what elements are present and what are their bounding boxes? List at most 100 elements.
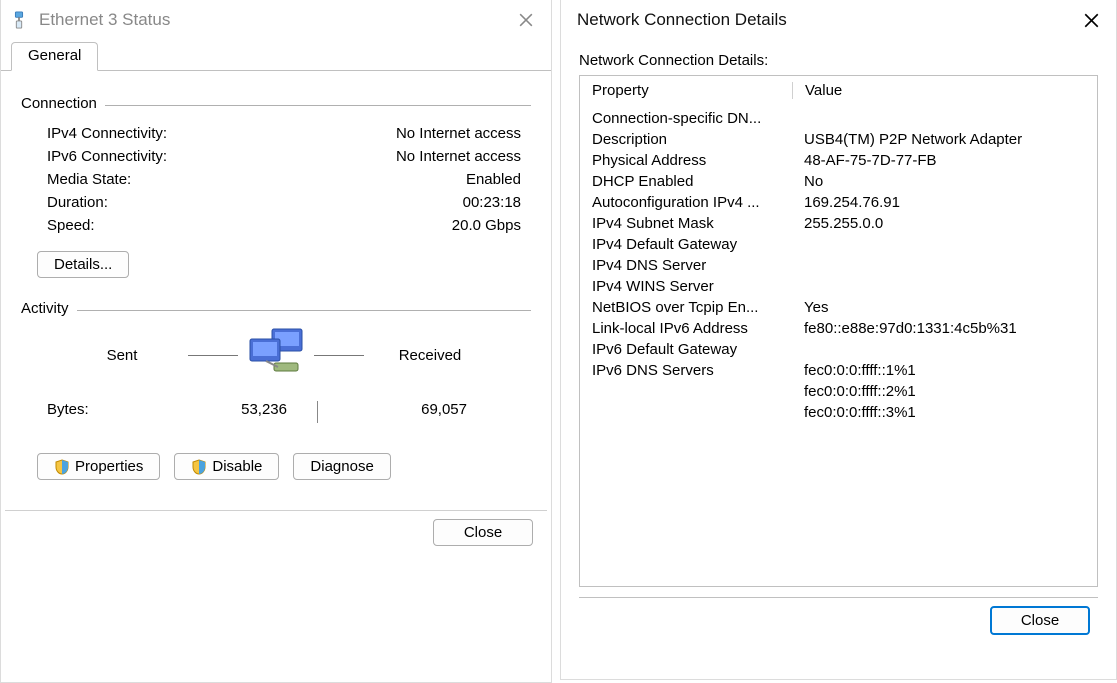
bytes-sent-value: 53,236	[167, 401, 287, 423]
computers-icon	[244, 327, 308, 383]
details-value: fec0:0:0:ffff::2%1	[792, 383, 1097, 400]
duration-row: Duration: 00:23:18	[21, 191, 531, 214]
media-state-label: Media State:	[47, 171, 247, 188]
details-value	[792, 341, 1097, 358]
disable-button-label: Disable	[212, 458, 262, 475]
connection-group: Connection IPv4 Connectivity: No Interne…	[21, 95, 531, 278]
details-value: 48-AF-75-7D-77-FB	[792, 152, 1097, 169]
received-label: Received	[370, 347, 490, 364]
details-button[interactable]: Details...	[37, 251, 129, 278]
properties-button-label: Properties	[75, 458, 143, 475]
details-row[interactable]: Autoconfiguration IPv4 ...169.254.76.91	[580, 192, 1097, 213]
details-button-label: Details...	[54, 256, 112, 273]
ipv4-connectivity-row: IPv4 Connectivity: No Internet access	[21, 122, 531, 145]
properties-button[interactable]: Properties	[37, 453, 160, 480]
details-value: USB4(TM) P2P Network Adapter	[792, 131, 1097, 148]
details-row[interactable]: Physical Address48-AF-75-7D-77-FB	[580, 150, 1097, 171]
details-property	[580, 404, 792, 421]
speed-row: Speed: 20.0 Gbps	[21, 214, 531, 237]
activity-diagram: Sent Received	[21, 327, 531, 383]
activity-dash-right	[314, 355, 364, 356]
shield-icon	[54, 459, 70, 475]
details-row[interactable]: NetBIOS over Tcpip En...Yes	[580, 297, 1097, 318]
details-row[interactable]: DHCP EnabledNo	[580, 171, 1097, 192]
activity-dash-left	[188, 355, 238, 356]
ipv4-connectivity-value: No Internet access	[247, 125, 531, 142]
details-value: fec0:0:0:ffff::1%1	[792, 362, 1097, 379]
details-row[interactable]: Link-local IPv6 Addressfe80::e88e:97d0:1…	[580, 318, 1097, 339]
diagnose-button[interactable]: Diagnose	[293, 453, 390, 480]
details-row[interactable]: Connection-specific DN...	[580, 108, 1097, 129]
details-row[interactable]: IPv6 Default Gateway	[580, 339, 1097, 360]
tab-general[interactable]: General	[11, 42, 98, 71]
details-property: IPv4 WINS Server	[580, 278, 792, 295]
tab-general-label: General	[28, 47, 81, 64]
details-property: Connection-specific DN...	[580, 110, 792, 127]
details-row[interactable]: fec0:0:0:ffff::3%1	[580, 402, 1097, 423]
details-close-button[interactable]: Close	[990, 606, 1090, 635]
details-value: fec0:0:0:ffff::3%1	[792, 404, 1097, 421]
speed-label: Speed:	[47, 217, 247, 234]
ipv6-connectivity-label: IPv6 Connectivity:	[47, 148, 247, 165]
details-property: NetBIOS over Tcpip En...	[580, 299, 792, 316]
group-divider	[21, 310, 531, 311]
details-table: Property Value Connection-specific DN...…	[579, 75, 1098, 587]
activity-group-label: Activity	[21, 300, 77, 317]
details-value	[792, 236, 1097, 253]
details-property: Physical Address	[580, 152, 792, 169]
bytes-row: Bytes: 53,236 69,057	[47, 401, 531, 423]
details-property: Description	[580, 131, 792, 148]
details-value: 169.254.76.91	[792, 194, 1097, 211]
bytes-label: Bytes:	[47, 401, 167, 423]
activity-group: Activity Sent	[21, 300, 531, 480]
details-property	[580, 383, 792, 400]
details-header-row: Property Value	[580, 76, 1097, 104]
media-state-row: Media State: Enabled	[21, 168, 531, 191]
details-body: Network Connection Details: Property Val…	[561, 40, 1116, 647]
ipv6-connectivity-row: IPv6 Connectivity: No Internet access	[21, 145, 531, 168]
details-row[interactable]: IPv6 DNS Serversfec0:0:0:ffff::1%1	[580, 360, 1097, 381]
speed-value: 20.0 Gbps	[247, 217, 531, 234]
status-close-icon[interactable]	[503, 1, 549, 39]
ethernet-icon	[9, 10, 29, 30]
details-property: IPv6 Default Gateway	[580, 341, 792, 358]
details-property: DHCP Enabled	[580, 173, 792, 190]
details-property: IPv6 DNS Servers	[580, 362, 792, 379]
details-value: Yes	[792, 299, 1097, 316]
details-row[interactable]: IPv4 DNS Server	[580, 255, 1097, 276]
status-title-text: Ethernet 3 Status	[39, 10, 170, 30]
details-title-text: Network Connection Details	[569, 10, 787, 30]
disable-button[interactable]: Disable	[174, 453, 279, 480]
connection-group-label: Connection	[21, 95, 105, 112]
status-footer: Close	[1, 511, 551, 560]
details-row[interactable]: IPv4 Subnet Mask255.255.0.0	[580, 213, 1097, 234]
details-divider	[579, 597, 1098, 598]
details-row[interactable]: DescriptionUSB4(TM) P2P Network Adapter	[580, 129, 1097, 150]
details-property: Autoconfiguration IPv4 ...	[580, 194, 792, 211]
header-property[interactable]: Property	[580, 82, 793, 99]
details-row[interactable]: IPv4 Default Gateway	[580, 234, 1097, 255]
details-property: IPv4 Subnet Mask	[580, 215, 792, 232]
header-value[interactable]: Value	[793, 82, 1097, 99]
sent-label: Sent	[62, 347, 182, 364]
details-close-icon[interactable]	[1068, 1, 1114, 39]
status-close-button[interactable]: Close	[433, 519, 533, 546]
details-value: 255.255.0.0	[792, 215, 1097, 232]
details-property: Link-local IPv6 Address	[580, 320, 792, 337]
details-value: No	[792, 173, 1097, 190]
network-details-window: Network Connection Details Network Conne…	[560, 0, 1117, 680]
diagnose-button-label: Diagnose	[310, 458, 373, 475]
bytes-divider	[317, 401, 318, 423]
duration-value: 00:23:18	[247, 194, 531, 211]
ipv6-connectivity-value: No Internet access	[247, 148, 531, 165]
details-property: IPv4 DNS Server	[580, 257, 792, 274]
details-property: IPv4 Default Gateway	[580, 236, 792, 253]
status-body: Connection IPv4 Connectivity: No Interne…	[1, 71, 551, 510]
details-value: fe80::e88e:97d0:1331:4c5b%31	[792, 320, 1097, 337]
details-value	[792, 278, 1097, 295]
details-close-button-label: Close	[1021, 612, 1059, 629]
media-state-value: Enabled	[247, 171, 531, 188]
status-titlebar: Ethernet 3 Status	[1, 0, 551, 40]
details-row[interactable]: IPv4 WINS Server	[580, 276, 1097, 297]
details-row[interactable]: fec0:0:0:ffff::2%1	[580, 381, 1097, 402]
